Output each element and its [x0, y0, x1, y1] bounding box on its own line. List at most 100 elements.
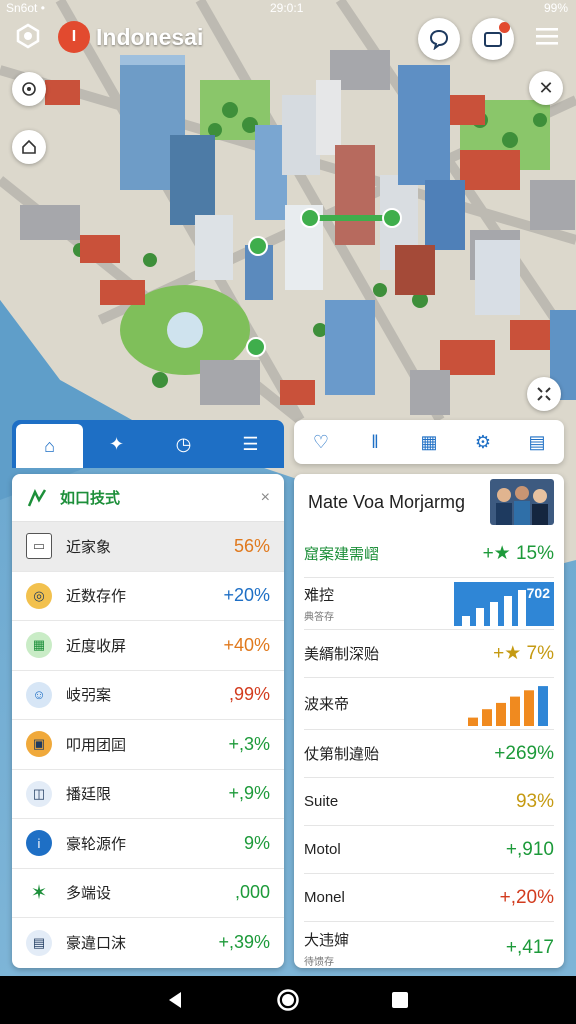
stat-label: 叩用团囸: [66, 736, 127, 754]
right-tab-bar: ♡ ‖ ▦ ⚙ ▤: [294, 420, 564, 464]
status-bar: Sn6ot • 29:0:1 99%: [0, 0, 576, 18]
market-row[interactable]: 波来帝: [304, 678, 554, 730]
recents-button[interactable]: [385, 985, 415, 1015]
chart-column: [468, 717, 478, 726]
chart-column: [482, 708, 492, 726]
back-button[interactable]: [161, 985, 191, 1015]
document-icon: ▭: [26, 533, 52, 560]
market-value: +★ 15%: [482, 543, 554, 564]
stat-value: 9%: [243, 832, 270, 853]
home-outline-icon: [22, 139, 36, 154]
close-map-button[interactable]: ✕: [529, 71, 563, 105]
star-icon: ✶: [26, 879, 52, 906]
market-label: 美縃制深贻: [304, 646, 380, 663]
chart-value-label: 702: [527, 585, 551, 601]
market-label: 窟案建需嶍: [304, 546, 380, 563]
tab-chart[interactable]: ▦: [402, 420, 456, 464]
timer-icon: ◷: [175, 433, 192, 454]
chart-icon: ▦: [420, 431, 438, 452]
market-label: 仗第制違贻: [304, 746, 380, 763]
face-icon: ☺: [26, 681, 52, 708]
tab-list[interactable]: ☰: [217, 420, 284, 468]
chart-column: [538, 685, 548, 726]
stat-row[interactable]: ◫ 播廷限 +,9%: [12, 770, 284, 819]
growth-icon: [27, 488, 47, 506]
map-pin[interactable]: [382, 208, 402, 228]
stat-row[interactable]: ◎ 近数存作 +20%: [12, 572, 284, 621]
stat-label: 近度收屏: [66, 637, 127, 655]
market-row[interactable]: 窟案建需嶍 +★ 15%: [304, 530, 554, 578]
tab-window[interactable]: ▤: [510, 420, 564, 464]
stat-row[interactable]: i 豪轮源作 9%: [12, 819, 284, 869]
market-row[interactable]: 仗第制違贻 +269%: [304, 730, 554, 778]
stat-row[interactable]: ▦ 近度收屏 +40%: [12, 621, 284, 671]
market-label: Motol: [304, 841, 341, 858]
left-panel-title: 如口技式: [60, 490, 121, 507]
app-logo-icon[interactable]: [14, 22, 42, 50]
home-circle-icon: [277, 989, 299, 1011]
market-row[interactable]: Motol +,910: [304, 826, 554, 874]
market-label: 大违婶: [304, 931, 350, 949]
locate-button[interactable]: [12, 72, 46, 106]
market-label: 难控: [304, 587, 335, 604]
chart-bar: [476, 607, 484, 626]
left-stats-panel: 如口技式 × ▭ 近家象 56% ◎ 近数存作 +20% ▦ 近度收屏 +40%…: [12, 474, 284, 968]
fullscreen-button[interactable]: [527, 377, 561, 411]
app-title: Indonesai: [96, 23, 204, 50]
tab-timer[interactable]: ◷: [150, 420, 217, 468]
market-sublabel: 待馈存: [304, 956, 334, 968]
system-nav-bar: [0, 976, 576, 1024]
badge-icon: ▣: [26, 731, 52, 758]
market-value: +★ 7%: [493, 643, 554, 664]
stat-row[interactable]: ✶ 多端设 ,000: [12, 869, 284, 918]
tab-pin[interactable]: ♡: [294, 420, 348, 464]
layers-button[interactable]: [12, 130, 46, 164]
market-row[interactable]: 美縃制深贻 +★ 7%: [304, 630, 554, 678]
stat-row[interactable]: ▤ 豪違口沫 +,39%: [12, 918, 284, 968]
shield-icon: ◫: [26, 780, 52, 807]
map-pin[interactable]: [248, 236, 268, 256]
recents-icon: [392, 992, 408, 1008]
compass-icon: [22, 82, 36, 96]
stat-row[interactable]: ☺ 岐弜案 ,99%: [12, 671, 284, 720]
market-label: 波来帝: [304, 696, 350, 713]
market-row[interactable]: Suite 93%: [304, 778, 554, 826]
close-icon[interactable]: ×: [261, 489, 270, 507]
market-row[interactable]: 难控 典答存 702: [304, 578, 554, 630]
puzzle-icon: ✦: [108, 433, 125, 454]
stat-value: +20%: [223, 585, 270, 606]
chart-bar: [504, 595, 512, 626]
notifications-button[interactable]: [472, 18, 514, 60]
market-value: +,417: [505, 937, 554, 958]
tab-columns[interactable]: ‖: [348, 420, 402, 464]
stat-value: ,99%: [228, 684, 270, 705]
stat-row[interactable]: ▭ 近家象 56%: [12, 522, 284, 572]
stat-row[interactable]: ▣ 叩用团囸 +,3%: [12, 720, 284, 770]
tab-puzzle[interactable]: ✦: [83, 420, 150, 468]
map-pin[interactable]: [246, 337, 266, 357]
chat-bubble-icon: [429, 29, 449, 50]
market-row[interactable]: Monel +,20%: [304, 874, 554, 922]
stat-label: 岐弜案: [66, 687, 112, 705]
column-mini-chart: [468, 685, 548, 726]
chart-bar: [490, 601, 498, 626]
market-row[interactable]: 大违婶 待馈存 +,417: [304, 922, 554, 968]
market-value: +,910: [505, 838, 554, 860]
columns-icon: ‖: [371, 431, 379, 452]
market-sublabel: 典答存: [304, 612, 334, 623]
map-pin[interactable]: [300, 208, 320, 228]
chat-button[interactable]: [418, 18, 460, 60]
market-value: +,20%: [499, 886, 554, 908]
stat-label: 播廷限: [66, 786, 112, 804]
tab-home[interactable]: ⌂: [16, 424, 83, 468]
brand-logo-icon: I: [58, 21, 90, 53]
bar-mini-chart: 702: [454, 581, 554, 626]
chart-bar: [518, 589, 526, 626]
home-button[interactable]: [273, 985, 303, 1015]
tab-settings[interactable]: ⚙: [456, 420, 510, 464]
settings-icon: ⚙: [474, 431, 492, 452]
status-carrier: Sn6ot •: [6, 1, 45, 15]
team-photo: [490, 479, 554, 525]
hamburger-menu-icon[interactable]: [536, 26, 558, 46]
stat-value: +,3%: [228, 733, 270, 754]
